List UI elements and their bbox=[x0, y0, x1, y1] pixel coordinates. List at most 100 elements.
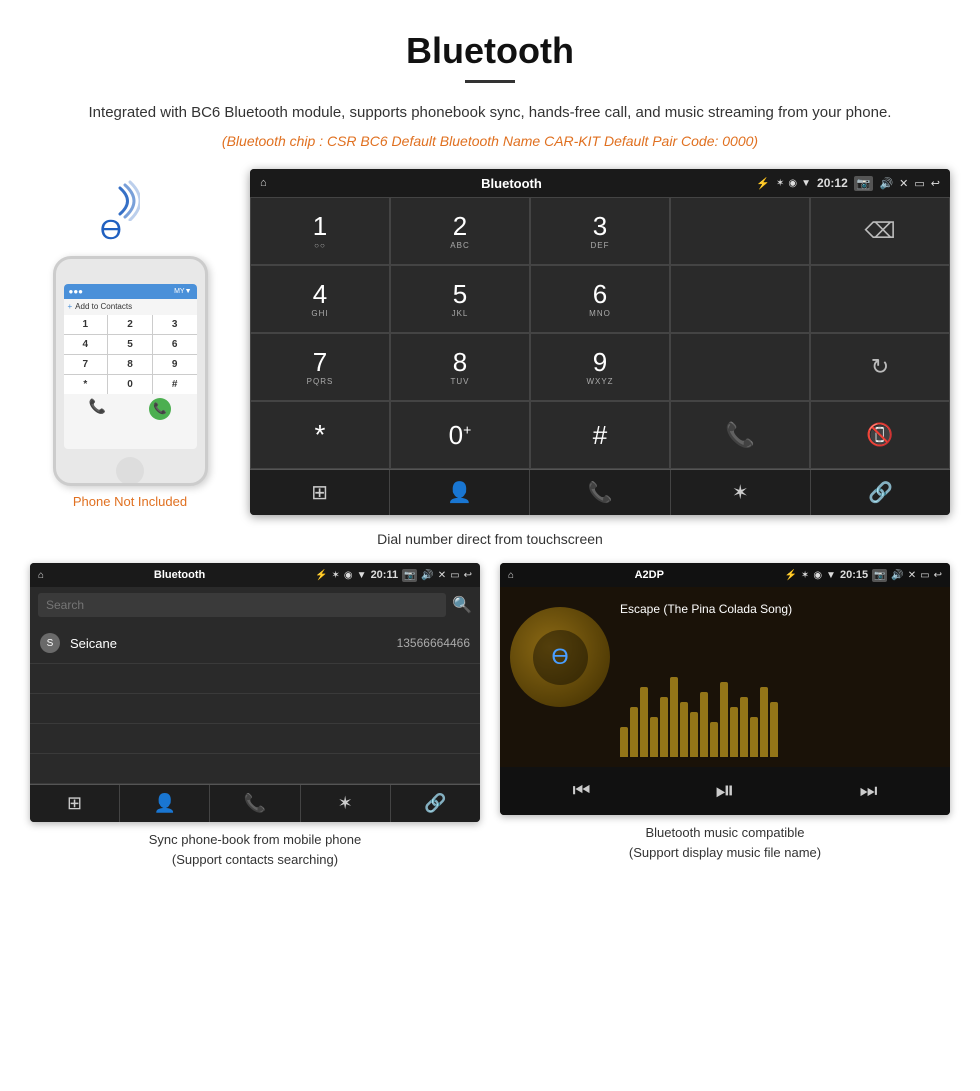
pb-nav-bt[interactable]: ✶ bbox=[301, 785, 391, 822]
mp-close[interactable]: ✕ bbox=[908, 570, 916, 581]
hu-close-icon[interactable]: ✕ bbox=[899, 177, 908, 190]
dialpad-key-9[interactable]: 9WXYZ bbox=[530, 333, 670, 401]
page-title: Bluetooth bbox=[60, 30, 920, 72]
pb-nav-dialpad[interactable]: ⊞ bbox=[30, 785, 120, 822]
hu-statusbar: ⌂ Bluetooth ⚡ ✶ ◉ ▼ 20:12 📷 🔊 ✕ ▭ ↩ bbox=[250, 169, 950, 197]
hu-loc-icon: ◉ bbox=[788, 178, 797, 189]
mp-bt-logo: ϴ bbox=[533, 630, 588, 685]
pb-search-input[interactable] bbox=[38, 593, 446, 617]
music-caption: Bluetooth music compatible(Support displ… bbox=[500, 823, 950, 862]
phone-screen: ●●●MY▼ + Add to Contacts 123 456 789 *0#… bbox=[64, 284, 197, 449]
main-section: ϴ ●●●MY▼ + Add to Contacts 123 456 78 bbox=[0, 159, 980, 525]
page-description: Integrated with BC6 Bluetooth module, su… bbox=[60, 101, 920, 125]
dialpad-key-star[interactable]: * bbox=[250, 401, 390, 469]
pb-contact-number: 13566664466 bbox=[397, 636, 470, 650]
pb-home-icon[interactable]: ⌂ bbox=[38, 570, 44, 581]
dialpad-backspace[interactable]: ⌫ bbox=[810, 197, 950, 265]
pb-win[interactable]: ▭ bbox=[450, 570, 459, 581]
pb-nav-link[interactable]: 🔗 bbox=[391, 785, 480, 822]
dialpad-key-6[interactable]: 6MNO bbox=[530, 265, 670, 333]
dialpad-end-call-button[interactable]: 📵 bbox=[810, 401, 950, 469]
pb-contact-name: Seicane bbox=[70, 636, 397, 651]
hu-volume-icon[interactable]: 🔊 bbox=[879, 177, 893, 190]
hu-bt-icon: ✶ bbox=[776, 178, 784, 189]
hu-window-icon[interactable]: ▭ bbox=[914, 177, 924, 190]
page-specs: (Bluetooth chip : CSR BC6 Default Blueto… bbox=[60, 133, 920, 149]
hu-time: 20:12 bbox=[817, 176, 848, 190]
pb-nav-phone[interactable]: 📞 bbox=[210, 785, 300, 822]
hu-navbar: ⊞ 👤 📞 ✶ 🔗 bbox=[250, 469, 950, 515]
phone-image: ●●●MY▼ + Add to Contacts 123 456 789 *0#… bbox=[53, 256, 208, 486]
bluetooth-icon: ϴ bbox=[100, 214, 122, 246]
dialpad-key-2[interactable]: 2ABC bbox=[390, 197, 530, 265]
mp-vol[interactable]: 🔊 bbox=[891, 570, 903, 581]
dialpad-refresh[interactable]: ↻ bbox=[810, 333, 950, 401]
hu-nav-contacts[interactable]: 👤 bbox=[390, 470, 530, 515]
dialpad-call-button[interactable]: 📞 bbox=[670, 401, 810, 469]
phonebook-caption: Sync phone-book from mobile phone(Suppor… bbox=[30, 830, 480, 869]
pb-title: Bluetooth bbox=[48, 569, 311, 581]
dialpad-key-1[interactable]: 1○○ bbox=[250, 197, 390, 265]
mp-next-button[interactable]: ⏭ bbox=[860, 780, 878, 803]
hu-usb-icon: ⚡ bbox=[756, 177, 770, 190]
pb-wifi-icon: ▼ bbox=[357, 570, 367, 581]
hu-title: Bluetooth bbox=[273, 176, 751, 191]
head-unit-screen: ⌂ Bluetooth ⚡ ✶ ◉ ▼ 20:12 📷 🔊 ✕ ▭ ↩ 1○○ … bbox=[250, 169, 950, 515]
mp-camera[interactable]: 📷 bbox=[872, 569, 887, 582]
dialpad-key-4[interactable]: 4GHI bbox=[250, 265, 390, 333]
hu-nav-link[interactable]: 🔗 bbox=[811, 470, 950, 515]
hu-wifi-icon: ▼ bbox=[801, 178, 811, 189]
hu-nav-bluetooth[interactable]: ✶ bbox=[671, 470, 811, 515]
pb-back[interactable]: ↩ bbox=[464, 570, 472, 581]
pb-contact-letter: S bbox=[40, 633, 60, 653]
music-screen: ⌂ A2DP ⚡ ✶ ◉ ▼ 20:15 📷 🔊 ✕ ▭ ↩ ϴ Escape … bbox=[500, 563, 950, 815]
phone-aside: ϴ ●●●MY▼ + Add to Contacts 123 456 78 bbox=[30, 176, 230, 509]
mp-statusbar: ⌂ A2DP ⚡ ✶ ◉ ▼ 20:15 📷 🔊 ✕ ▭ ↩ bbox=[500, 563, 950, 587]
pb-time: 20:11 bbox=[371, 569, 399, 581]
pb-close[interactable]: ✕ bbox=[438, 570, 446, 581]
mp-loc-icon: ◉ bbox=[813, 570, 822, 581]
hu-camera-icon[interactable]: 📷 bbox=[854, 176, 874, 191]
dialpad-key-7[interactable]: 7PQRS bbox=[250, 333, 390, 401]
pb-nav-contacts[interactable]: 👤 bbox=[120, 785, 210, 822]
pb-loc-icon: ◉ bbox=[344, 570, 353, 581]
hu-nav-phone[interactable]: 📞 bbox=[530, 470, 670, 515]
mp-album-art: ϴ bbox=[510, 607, 610, 707]
pb-contacts-list: S Seicane 13566664466 bbox=[30, 623, 480, 784]
hu-status-icons: ✶ ◉ ▼ bbox=[776, 178, 811, 189]
dialpad-key-5[interactable]: 5JKL bbox=[390, 265, 530, 333]
mp-eq-bars bbox=[620, 626, 940, 757]
pb-contact-item[interactable]: S Seicane 13566664466 bbox=[30, 623, 480, 664]
phone-screen-header: ●●●MY▼ bbox=[64, 284, 197, 299]
dial-caption: Dial number direct from touchscreen bbox=[0, 531, 980, 547]
pb-bt-icon: ✶ bbox=[332, 570, 340, 581]
phone-not-included-label: Phone Not Included bbox=[73, 494, 187, 509]
dialpad-key-hash[interactable]: # bbox=[530, 401, 670, 469]
mp-back[interactable]: ↩ bbox=[934, 570, 942, 581]
title-divider bbox=[465, 80, 515, 83]
bottom-section: ⌂ Bluetooth ⚡ ✶ ◉ ▼ 20:11 📷 🔊 ✕ ▭ ↩ 🔍 bbox=[0, 563, 980, 889]
dialpad-key-8[interactable]: 8TUV bbox=[390, 333, 530, 401]
mp-song-title: Escape (The Pina Colada Song) bbox=[620, 602, 940, 616]
hu-home-icon[interactable]: ⌂ bbox=[260, 177, 267, 189]
mp-usb-icon: ⚡ bbox=[784, 570, 796, 581]
mp-play-pause-button[interactable]: ⏯ bbox=[715, 777, 734, 805]
mp-home-icon[interactable]: ⌂ bbox=[508, 570, 514, 581]
page-header: Bluetooth Integrated with BC6 Bluetooth … bbox=[0, 0, 980, 159]
pb-search-icon[interactable]: 🔍 bbox=[452, 595, 472, 615]
pb-vol[interactable]: 🔊 bbox=[421, 570, 433, 581]
mp-time: 20:15 bbox=[840, 569, 868, 581]
dialpad-key-3[interactable]: 3DEF bbox=[530, 197, 670, 265]
mp-bt-icon: ✶ bbox=[801, 570, 809, 581]
hu-nav-dialpad[interactable]: ⊞ bbox=[250, 470, 390, 515]
pb-camera[interactable]: 📷 bbox=[402, 569, 417, 582]
dialpad-grid: 1○○ 2ABC 3DEF ⌫ 4GHI 5JKL 6MNO bbox=[250, 197, 950, 469]
mp-win[interactable]: ▭ bbox=[920, 570, 929, 581]
dialpad-key-0[interactable]: 0+ bbox=[390, 401, 530, 469]
mp-controls: ⏮ ⏯ ⏭ bbox=[500, 767, 950, 815]
pb-usb-icon: ⚡ bbox=[315, 570, 327, 581]
pb-statusbar: ⌂ Bluetooth ⚡ ✶ ◉ ▼ 20:11 📷 🔊 ✕ ▭ ↩ bbox=[30, 563, 480, 587]
mp-info: Escape (The Pina Colada Song) bbox=[620, 597, 940, 757]
mp-prev-button[interactable]: ⏮ bbox=[572, 780, 590, 803]
hu-back-icon[interactable]: ↩ bbox=[931, 177, 940, 190]
